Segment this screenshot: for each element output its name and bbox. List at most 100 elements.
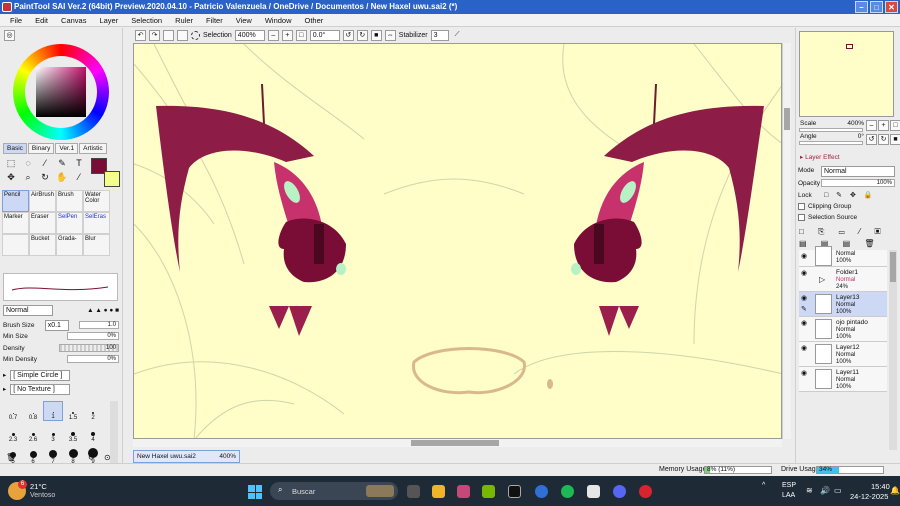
size-preset[interactable]: 8: [63, 445, 83, 465]
photos-icon[interactable]: [457, 485, 470, 498]
brush-tip-shapes[interactable]: ▲ ▲ ● ● ■: [87, 307, 119, 314]
document-tab[interactable]: New Haxel uwu.sai2 400%: [133, 450, 240, 463]
tab-basic[interactable]: Basic: [3, 143, 27, 154]
flip-icon[interactable]: ⇔: [384, 30, 396, 41]
menu-file[interactable]: File: [10, 14, 22, 26]
line-icon[interactable]: ⟋: [452, 30, 463, 41]
nav-rotate-left-icon[interactable]: ↺: [866, 134, 877, 145]
preset-scrollbar[interactable]: [110, 401, 118, 463]
rotate-right-icon[interactable]: ↻: [356, 30, 368, 41]
opacity-slider[interactable]: 100%: [821, 179, 895, 187]
lasso-select-icon[interactable]: ◌: [20, 157, 36, 170]
menu-selection[interactable]: Selection: [131, 14, 162, 26]
clock-date[interactable]: 24-12-2025: [850, 492, 888, 501]
secondary-color-swatch[interactable]: [104, 171, 120, 187]
brush-airbrush[interactable]: AirBrush: [29, 190, 56, 212]
menu-other[interactable]: Other: [305, 14, 324, 26]
browser-icon[interactable]: [535, 485, 548, 498]
epic-games-icon[interactable]: [508, 485, 521, 498]
folder-expand-icon[interactable]: ▷: [819, 275, 825, 284]
size-preset[interactable]: 2.6: [23, 423, 43, 443]
min-size-slider[interactable]: 0%: [67, 332, 119, 340]
file-explorer-icon[interactable]: [432, 485, 445, 498]
blend-mode-select[interactable]: Normal: [3, 304, 53, 316]
brush-bucket[interactable]: Bucket: [29, 234, 56, 256]
brush-size-slider[interactable]: 1.0: [79, 321, 119, 329]
zoom-in-icon[interactable]: +: [281, 30, 293, 41]
size-preset[interactable]: 2: [83, 401, 103, 421]
spotify-icon[interactable]: [561, 485, 574, 498]
selection-source-checkbox[interactable]: [798, 214, 805, 221]
paint-tool-sai-icon[interactable]: [587, 485, 600, 498]
eyedropper-icon[interactable]: ✎: [54, 157, 70, 170]
layer-row-layer11[interactable]: ◉ Layer11 Normal 100%: [799, 367, 887, 392]
size-preset[interactable]: 0.8: [23, 401, 43, 421]
zoom-out-icon[interactable]: –: [267, 30, 279, 41]
brush-blur[interactable]: Blur: [83, 234, 110, 256]
tray-overflow-icon[interactable]: ^: [762, 482, 765, 489]
layer-row-layer13[interactable]: ◉ ✎ Layer13 Normal 100%: [799, 292, 887, 317]
invert-icon[interactable]: [177, 30, 188, 41]
navigator-preview[interactable]: [799, 31, 894, 117]
hand-icon[interactable]: ✋: [54, 171, 70, 184]
brush-size-mult[interactable]: x0.1: [44, 319, 69, 331]
undo-icon[interactable]: ↶: [135, 30, 146, 41]
layer-row-folder1[interactable]: ◉ ▷ Folder1 Normal 24%: [799, 267, 887, 292]
menu-view[interactable]: View: [236, 14, 252, 26]
tab-artistic[interactable]: Artistic: [79, 143, 107, 154]
brush-eraser[interactable]: Eraser: [29, 212, 56, 234]
eye-icon[interactable]: ◉: [801, 319, 811, 328]
picker-icon[interactable]: ⁄: [71, 171, 87, 184]
brush-gradation[interactable]: Grada-: [56, 234, 83, 256]
size-preset[interactable]: 3: [43, 423, 63, 443]
brush-seleras[interactable]: SelEras: [83, 212, 110, 234]
brush-empty[interactable]: [2, 234, 29, 256]
text-icon[interactable]: T: [71, 157, 87, 170]
size-preset[interactable]: 7: [43, 445, 63, 465]
nav-rotate-reset-icon[interactable]: ■: [890, 134, 900, 145]
search-box[interactable]: ⌕ Buscar: [270, 482, 398, 500]
density-slider[interactable]: 100: [59, 344, 119, 352]
texture-expand-icon[interactable]: ▸: [3, 385, 6, 393]
brush-brush[interactable]: Brush: [56, 190, 83, 212]
size-preset[interactable]: 3.5: [63, 423, 83, 443]
zoom-reset-icon[interactable]: □: [295, 30, 307, 41]
angle-field[interactable]: 0.0°: [309, 30, 340, 41]
volume-icon[interactable]: 🔊: [820, 486, 830, 495]
magic-wand-icon[interactable]: ⁄: [37, 157, 53, 170]
close-button[interactable]: ✕: [885, 1, 898, 13]
tab-ver1[interactable]: Ver.1: [55, 143, 79, 154]
opera-icon[interactable]: [639, 485, 652, 498]
brush-marker[interactable]: Marker: [2, 212, 29, 234]
color-wheel[interactable]: [13, 44, 109, 140]
menu-layer[interactable]: Layer: [99, 14, 118, 26]
discord-icon[interactable]: [613, 485, 626, 498]
nav-rotate-right-icon[interactable]: ↻: [878, 134, 889, 145]
tab-binary[interactable]: Binary: [27, 143, 55, 154]
selection-icon[interactable]: [191, 31, 200, 40]
brush-texture-select[interactable]: [ No Texture ]: [10, 383, 71, 395]
eye-icon[interactable]: ◉: [801, 252, 811, 261]
min-density-slider[interactable]: 0%: [67, 355, 119, 363]
nav-zoom-out-icon[interactable]: –: [866, 120, 877, 131]
rect-select-icon[interactable]: ⬚: [3, 157, 19, 170]
nav-zoom-reset-icon[interactable]: □: [890, 120, 900, 131]
layer-effect-toggle[interactable]: ▸ Layer Effect: [800, 153, 840, 161]
zoom-icon[interactable]: ⌕: [20, 171, 36, 184]
brush-selpen[interactable]: SelPen: [56, 212, 83, 234]
task-view-icon[interactable]: [407, 485, 420, 498]
zoom-field[interactable]: 400%: [234, 30, 265, 41]
lock-icons[interactable]: □ ✎ ✥ 🔒: [824, 191, 876, 199]
layer-row[interactable]: ◉ Normal 100%: [799, 246, 887, 267]
menu-canvas[interactable]: Canvas: [61, 14, 86, 26]
start-icon[interactable]: [248, 485, 262, 499]
size-preset[interactable]: 2.3: [3, 423, 23, 443]
menu-edit[interactable]: Edit: [35, 14, 48, 26]
rotate-left-icon[interactable]: ↺: [342, 30, 354, 41]
sv-square[interactable]: [36, 67, 86, 117]
size-preset[interactable]: 1: [43, 401, 63, 421]
redo-icon[interactable]: ↷: [149, 30, 160, 41]
nvidia-icon[interactable]: [482, 485, 495, 498]
eye-icon[interactable]: ◉: [801, 269, 811, 278]
move-icon[interactable]: ✥: [3, 171, 19, 184]
